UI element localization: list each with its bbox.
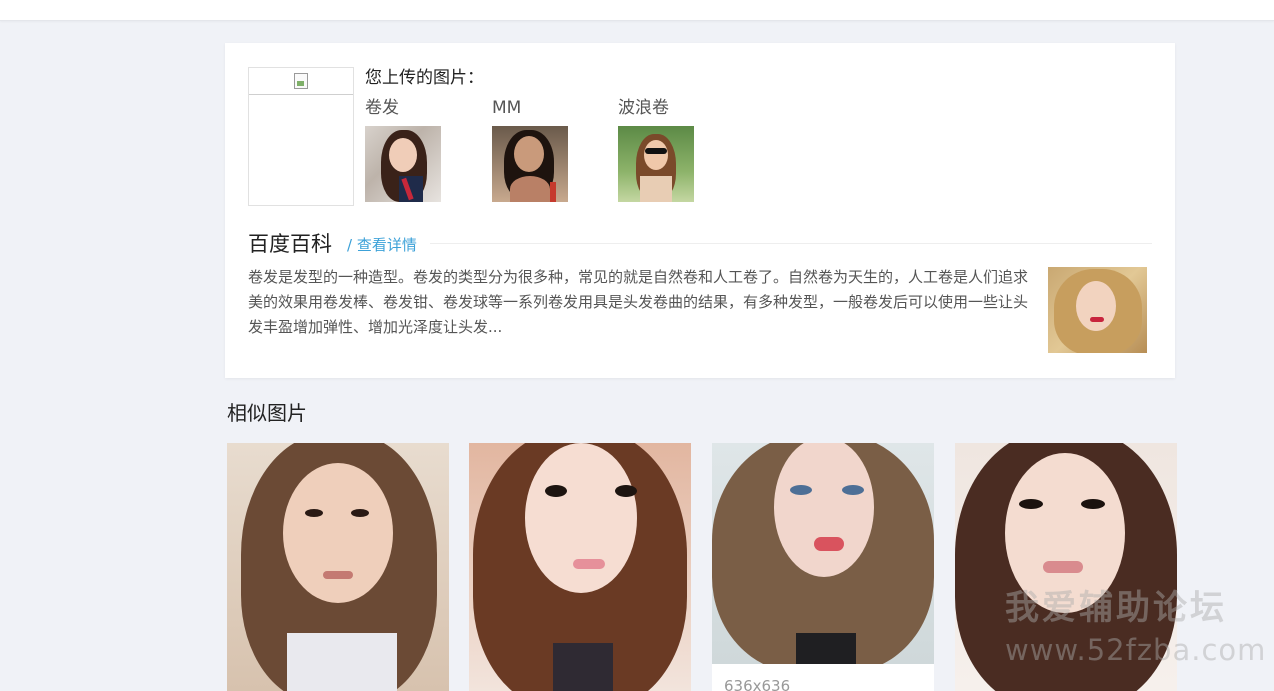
tag-thumbnail[interactable] [618, 126, 694, 202]
tag-item-bolangjuan[interactable]: 波浪卷 [618, 97, 708, 202]
tag-thumbnail[interactable] [492, 126, 568, 202]
similar-image-card[interactable]: 636x636 [712, 443, 934, 691]
similar-image[interactable] [712, 443, 934, 664]
upload-result-card: 您上传的图片： 卷发 MM 波浪卷 百度百科 / 查看详情 卷发是发型的一种造型… [225, 43, 1175, 378]
similar-image-card[interactable] [469, 443, 691, 691]
similar-image[interactable] [227, 443, 449, 691]
similar-image-card[interactable] [227, 443, 449, 691]
uploaded-images-heading: 您上传的图片： [365, 68, 484, 88]
site-watermark-title: 我爱辅助论坛 [1005, 588, 1227, 628]
tag-item-juanfa[interactable]: 卷发 [365, 97, 455, 202]
baike-image[interactable] [1048, 267, 1147, 353]
similar-images-heading: 相似图片 [227, 401, 307, 425]
baike-description: 卷发是发型的一种造型。卷发的类型分为很多种，常见的就是自然卷和人工卷了。自然卷为… [248, 268, 1029, 336]
broken-image-placeholder [249, 68, 353, 95]
tag-label[interactable]: 卷发 [365, 97, 455, 121]
baike-heading: 百度百科 [248, 232, 332, 256]
similar-image[interactable] [469, 443, 691, 691]
tag-label[interactable]: 波浪卷 [618, 97, 708, 121]
tag-item-mm[interactable]: MM [492, 97, 582, 202]
tag-thumbnail[interactable] [365, 126, 441, 202]
similar-image-caption: 636x636 [724, 677, 791, 691]
uploaded-image-thumbnail[interactable] [248, 67, 354, 206]
broken-image-icon [294, 73, 308, 89]
baike-divider [430, 243, 1152, 244]
baike-details-link[interactable]: / 查看详情 [347, 234, 417, 255]
site-watermark-url: www.52fzba.com [1005, 633, 1267, 667]
top-navigation-bar [0, 0, 1274, 21]
tag-label[interactable]: MM [492, 97, 582, 121]
